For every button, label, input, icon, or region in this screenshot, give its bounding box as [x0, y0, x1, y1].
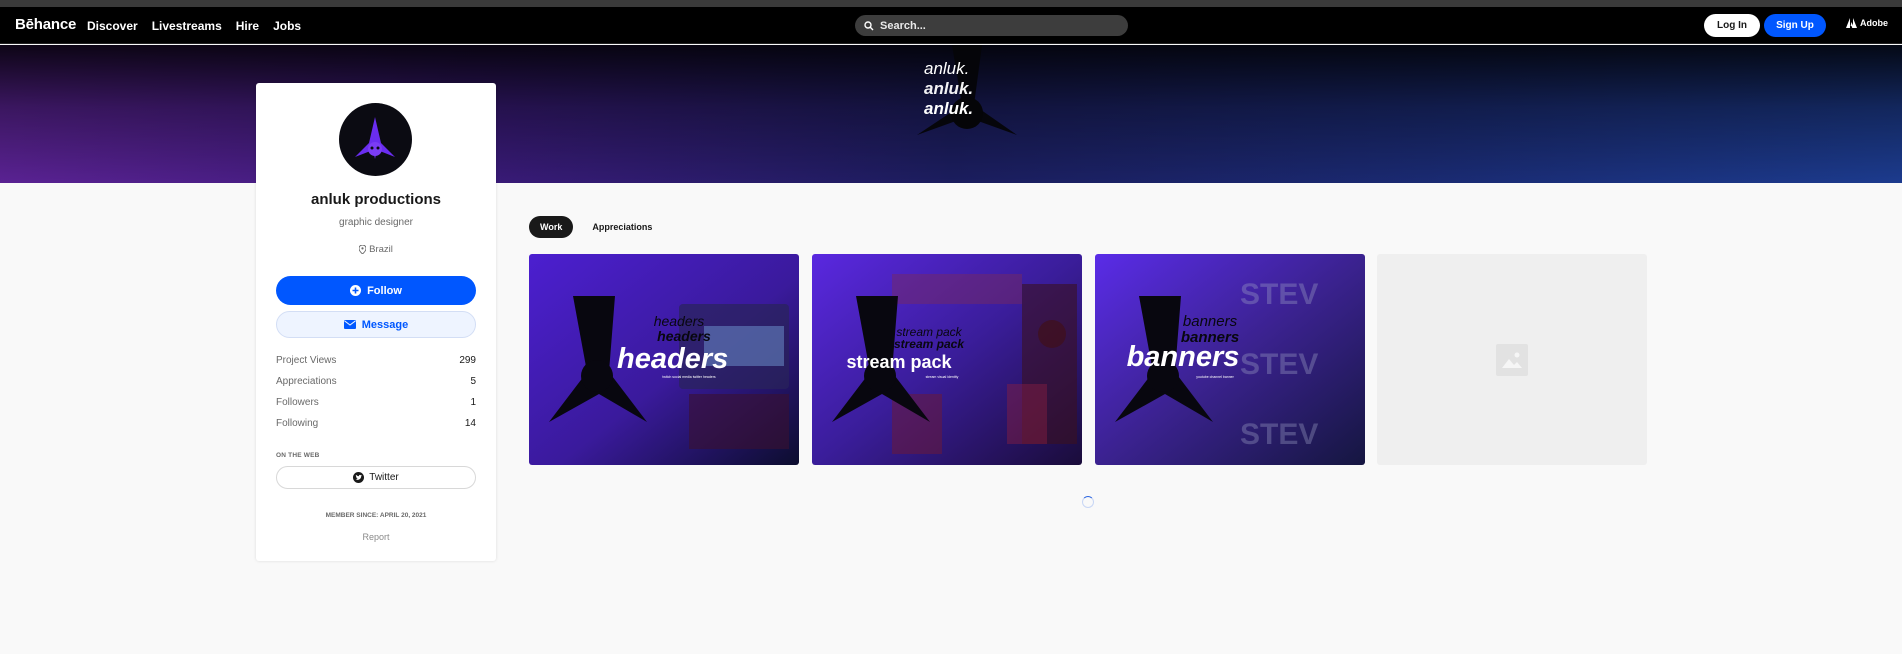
- adobe-label: Adobe: [1860, 18, 1888, 28]
- project-thumbnail: headers headers headers twitch social me…: [529, 254, 799, 465]
- nav-discover[interactable]: Discover: [87, 19, 138, 33]
- project-echo-title: headers: [654, 313, 705, 329]
- nav-jobs[interactable]: Jobs: [273, 19, 301, 33]
- profile-card: anluk productions graphic designer Brazi…: [256, 83, 496, 561]
- adobe-icon: [1846, 18, 1857, 28]
- project-thumbnail: STEV STEV STEV banners banners banners y…: [1095, 254, 1365, 465]
- report-link[interactable]: Report: [256, 532, 496, 542]
- bg-graphic: STEV: [1240, 278, 1318, 311]
- banner-text-1: anluk.: [924, 59, 970, 78]
- twitter-link-button[interactable]: Twitter: [276, 466, 476, 489]
- nav-hire[interactable]: Hire: [236, 19, 259, 33]
- project-card-placeholder[interactable]: [1377, 254, 1647, 465]
- stat-label: Followers: [276, 397, 319, 408]
- project-caption: stream visual identity: [926, 375, 959, 379]
- follow-label: Follow: [367, 284, 402, 297]
- message-button[interactable]: Message: [276, 311, 476, 338]
- location-pin-icon: [359, 245, 367, 254]
- project-echo-title-2: headers: [657, 328, 711, 344]
- mail-icon: [343, 320, 356, 329]
- stat-label: Project Views: [276, 355, 337, 366]
- profile-name: anluk productions: [310, 191, 441, 208]
- project-card-headers[interactable]: headers headers headers twitch social me…: [529, 254, 799, 465]
- banner-text-2: anluk.: [924, 79, 974, 98]
- project-caption: youtube channel banner: [1196, 375, 1234, 379]
- project-title: banners: [1127, 341, 1240, 373]
- avatar[interactable]: [339, 103, 412, 176]
- image-placeholder-icon: [1496, 343, 1528, 376]
- message-label: Message: [361, 318, 409, 331]
- bg-graphic: STEV: [1240, 348, 1318, 381]
- search-icon: [864, 20, 874, 30]
- banner-text-3: anluk.: [924, 99, 974, 118]
- stat-project-views: Project Views 299: [276, 355, 476, 376]
- stat-label: Appreciations: [276, 376, 337, 387]
- main-nav: Discover Livestreams Hire Jobs: [87, 19, 301, 33]
- tab-work[interactable]: Work: [529, 216, 574, 238]
- project-card-stream-pack[interactable]: stream pack stream pack stream pack stre…: [812, 254, 1082, 465]
- stat-value: 14: [464, 418, 476, 429]
- profile-tabs: Work Appreciations: [529, 216, 663, 238]
- project-thumbnail: stream pack stream pack stream pack stre…: [812, 254, 1082, 465]
- on-the-web-heading: ON THE WEB: [276, 452, 320, 459]
- stat-value: 299: [459, 355, 476, 366]
- plus-circle-icon: [350, 285, 362, 296]
- stat-appreciations: Appreciations 5: [276, 376, 476, 397]
- adobe-link[interactable]: Adobe: [1846, 18, 1888, 28]
- project-title: stream pack: [846, 352, 952, 372]
- profile-stats: Project Views 299 Appreciations 5 Follow…: [276, 355, 476, 439]
- profile-occupation: graphic designer: [339, 217, 413, 228]
- banner-wordmark: anluk. anluk. anluk.: [924, 59, 973, 119]
- top-navbar: Bēhance Discover Livestreams Hire Jobs L…: [0, 7, 1902, 44]
- search-input[interactable]: [880, 19, 1110, 32]
- project-title: headers: [617, 343, 728, 375]
- behance-logo[interactable]: Bēhance: [15, 16, 76, 33]
- tab-appreciations[interactable]: Appreciations: [581, 216, 663, 238]
- nav-livestreams[interactable]: Livestreams: [152, 19, 222, 33]
- twitter-label: Twitter: [369, 472, 399, 483]
- stat-label: Following: [276, 418, 319, 429]
- member-since: MEMBER SINCE: APRIL 20, 2021: [325, 512, 427, 519]
- stat-following[interactable]: Following 14: [276, 418, 476, 439]
- search-bar[interactable]: [855, 15, 1128, 36]
- bg-graphic: STEV: [1240, 418, 1318, 451]
- project-caption: twitch social media twitter headers: [662, 375, 716, 379]
- follow-button[interactable]: Follow: [276, 276, 476, 305]
- project-card-banners[interactable]: STEV STEV STEV banners banners banners y…: [1095, 254, 1365, 465]
- project-echo-title: banners: [1183, 313, 1238, 330]
- project-echo-title-2: stream pack: [894, 337, 965, 351]
- browser-top-strip: [0, 0, 1902, 7]
- profile-location: Brazil: [256, 244, 496, 255]
- location-label: Brazil: [369, 244, 393, 255]
- loading-spinner: [1082, 496, 1094, 508]
- avatar-logo-icon: [355, 117, 395, 159]
- stat-followers[interactable]: Followers 1: [276, 397, 476, 418]
- signup-button[interactable]: Sign Up: [1764, 14, 1826, 37]
- login-button[interactable]: Log In: [1704, 14, 1760, 37]
- stat-value: 1: [470, 397, 476, 408]
- twitter-icon: [353, 472, 365, 483]
- stat-value: 5: [470, 376, 476, 387]
